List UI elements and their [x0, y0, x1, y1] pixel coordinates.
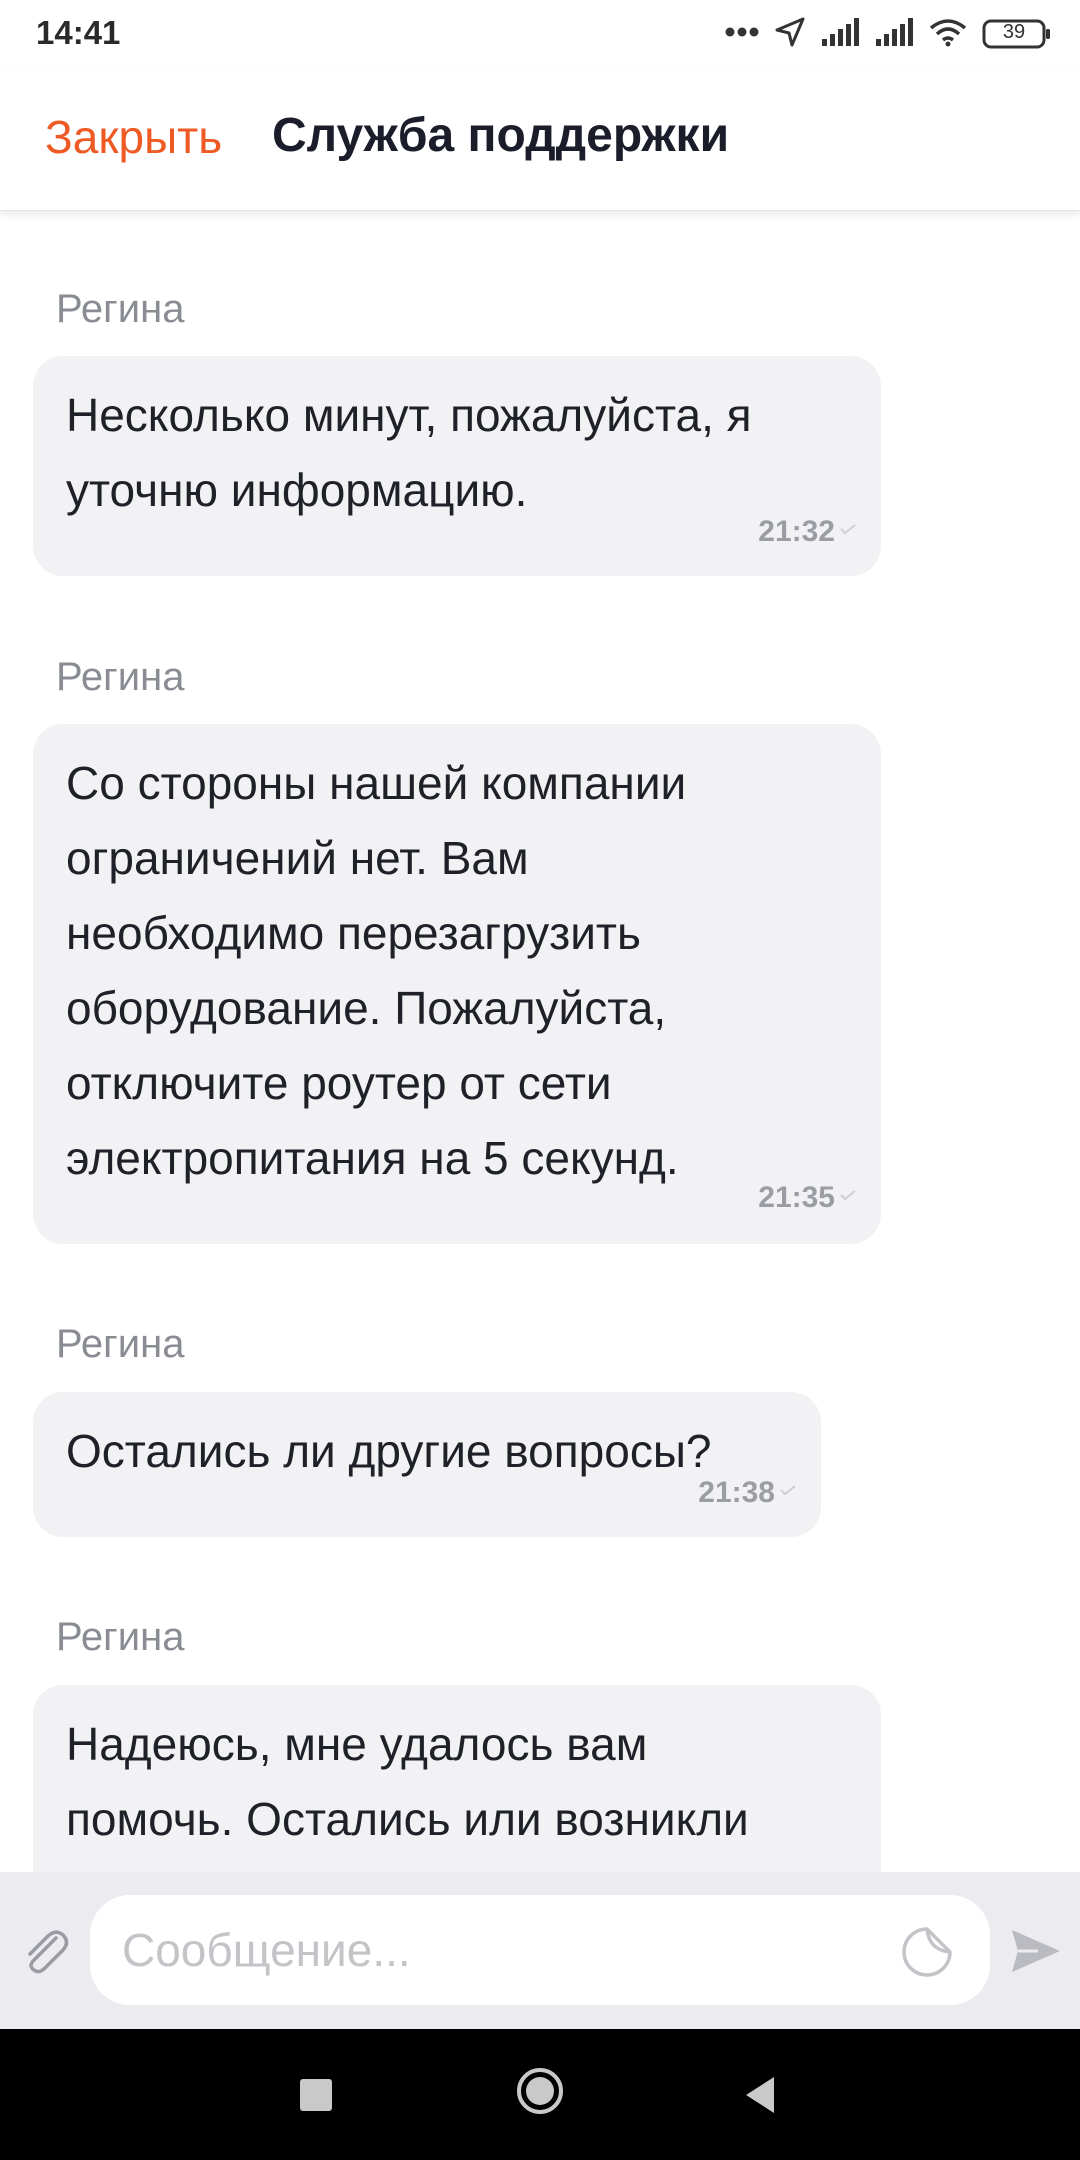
send-icon[interactable]: [1008, 1924, 1064, 1978]
message-time: 21:32: [758, 515, 835, 548]
back-button[interactable]: [740, 2073, 780, 2117]
message-sender: Регина: [56, 1322, 185, 1366]
message-text: Надеюсь, мне удалось вам помочь. Осталис…: [66, 1718, 749, 1845]
status-icons: 39: [724, 14, 1052, 54]
wifi-icon: [928, 17, 968, 52]
message-text: Со стороны нашей компании ограничений не…: [66, 757, 687, 1184]
message-input[interactable]: Сообщение...: [90, 1895, 990, 2005]
recents-button[interactable]: [300, 2079, 332, 2111]
message-sender: Регина: [56, 655, 185, 699]
message-bubble[interactable]: Остались ли другие вопросы? 21:38: [33, 1392, 821, 1537]
message-bubble[interactable]: Со стороны нашей компании ограничений не…: [33, 724, 881, 1244]
checkmark-icon: [840, 1190, 856, 1200]
page-title: Служба поддержки: [272, 109, 730, 162]
checkmark-icon: [840, 524, 856, 534]
signal-icon: [874, 17, 914, 52]
header: Закрыть Служба поддержки: [0, 66, 1080, 211]
status-bar: 14:41 39: [0, 0, 1080, 66]
paperclip-icon[interactable]: [18, 1924, 72, 1978]
message-text: Остались ли другие вопросы?: [66, 1425, 712, 1477]
home-button[interactable]: [515, 2066, 565, 2116]
message-bubble[interactable]: Надеюсь, мне удалось вам помочь. Осталис…: [33, 1685, 881, 1872]
message-sender: Регина: [56, 1615, 185, 1659]
location-arrow-icon: [774, 16, 806, 53]
signal-icon: [820, 17, 860, 52]
checkmark-icon: [780, 1485, 796, 1495]
system-navigation-bar: [0, 2029, 1080, 2160]
message-composer: Сообщение...: [0, 1872, 1080, 2029]
battery-icon: 39: [982, 19, 1052, 49]
more-dots-icon: [724, 25, 760, 43]
chat-history[interactable]: Регина Несколько минут, пожалуйста, я ут…: [0, 212, 1080, 1872]
message-text: Несколько минут, пожалуйста, я уточню ин…: [66, 389, 752, 516]
message-time: 21:35: [758, 1181, 835, 1214]
message-bubble[interactable]: Несколько минут, пожалуйста, я уточню ин…: [33, 356, 881, 576]
battery-level: 39: [1002, 21, 1026, 43]
sticker-icon[interactable]: [900, 1925, 954, 1979]
message-sender: Регина: [56, 287, 185, 331]
close-button[interactable]: Закрыть: [45, 110, 222, 164]
message-input-placeholder: Сообщение...: [122, 1924, 411, 1976]
message-time: 21:38: [698, 1476, 775, 1509]
status-time: 14:41: [36, 14, 121, 51]
